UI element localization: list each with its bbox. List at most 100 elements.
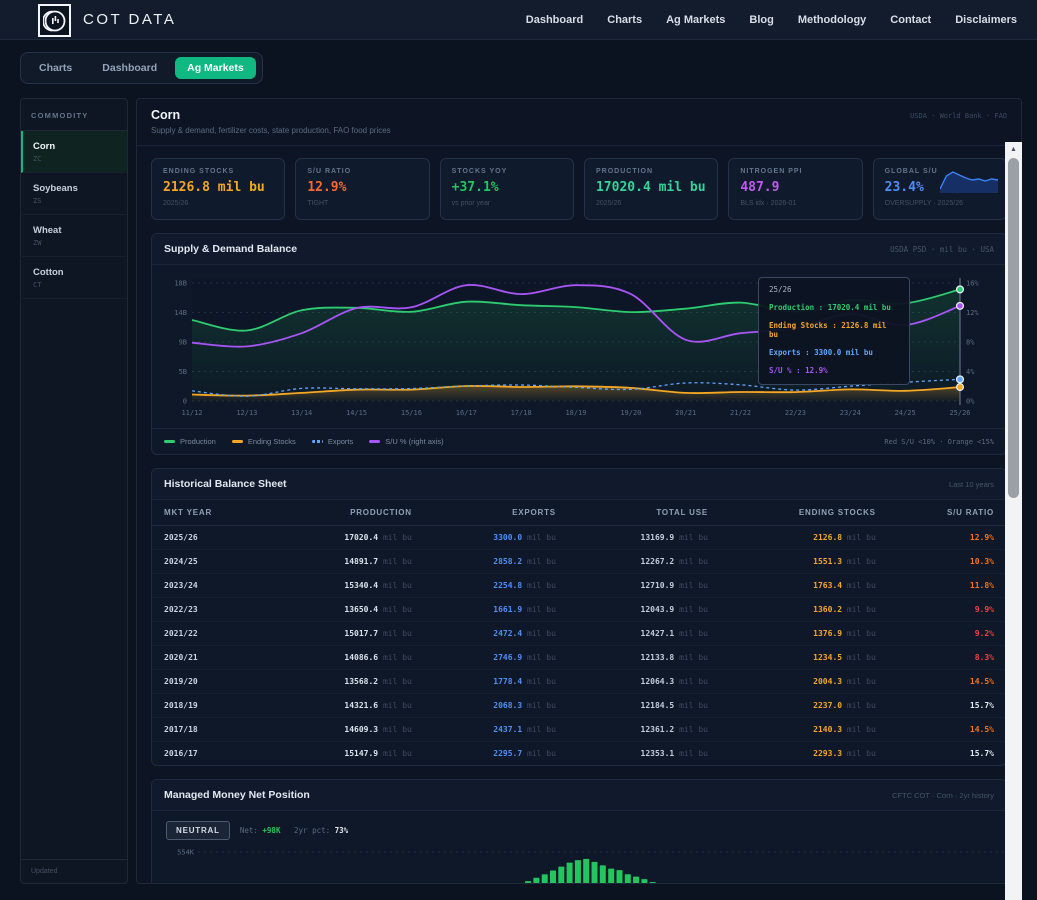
tooltip-row: Ending Stocks : 2126.8 mil bu bbox=[769, 321, 899, 339]
legend-item-ending-stocks: Ending Stocks bbox=[232, 437, 296, 446]
sidebar-item-wheat[interactable]: WheatZW bbox=[21, 215, 127, 257]
cell-su-ratio: 10.3% bbox=[888, 550, 1006, 574]
cell-total-use: 12427.1 mil bu bbox=[568, 622, 720, 646]
page-header: Corn Supply & demand, fertilizer costs, … bbox=[137, 99, 1021, 146]
cell-exports: 2437.1 mil bu bbox=[424, 718, 568, 742]
tab-dashboard[interactable]: Dashboard bbox=[90, 57, 169, 79]
table-note: Last 10 years bbox=[949, 480, 994, 489]
kpi-value: 2126.8 mil bu bbox=[163, 180, 273, 195]
cell-ending-stocks: 2237.0 mil bu bbox=[720, 694, 888, 718]
svg-text:4%: 4% bbox=[966, 368, 975, 376]
cell-ending-stocks: 2140.3 mil bu bbox=[720, 718, 888, 742]
topnav-link-charts[interactable]: Charts bbox=[607, 14, 642, 26]
table-row[interactable]: 2025/2617020.4 mil bu3300.0 mil bu13169.… bbox=[152, 526, 1006, 550]
topnav-link-contact[interactable]: Contact bbox=[890, 14, 931, 26]
kpi-label: NITROGEN PPI bbox=[740, 168, 850, 175]
sidebar-footer-updated: Updated bbox=[21, 859, 127, 883]
cell-exports: 2746.9 mil bu bbox=[424, 646, 568, 670]
top-bar: COT DATA DashboardChartsAg MarketsBlogMe… bbox=[0, 0, 1037, 40]
cell-production: 14321.6 mil bu bbox=[272, 694, 424, 718]
sidebar-item-soybeans[interactable]: SoybeansZS bbox=[21, 173, 127, 215]
mm-status-badge: NEUTRAL bbox=[166, 821, 230, 840]
table-row[interactable]: 2022/2313650.4 mil bu1661.9 mil bu12043.… bbox=[152, 598, 1006, 622]
scrollbar-up-arrow[interactable]: ▲ bbox=[1005, 142, 1022, 156]
svg-text:18B: 18B bbox=[174, 280, 187, 288]
kpi-value: +37.1% bbox=[452, 180, 562, 195]
sidebar-item-cotton[interactable]: Cotton CT bbox=[21, 257, 127, 299]
cell-exports: 1661.9 mil bu bbox=[424, 598, 568, 622]
cell-mkt-year: 2020/21 bbox=[152, 646, 272, 670]
sidebar-item-corn[interactable]: CornZC bbox=[21, 131, 127, 173]
cell-exports: 3300.0 mil bu bbox=[424, 526, 568, 550]
svg-text:15/16: 15/16 bbox=[401, 409, 422, 417]
cell-mkt-year: 2017/18 bbox=[152, 718, 272, 742]
cell-production: 15147.9 mil bu bbox=[272, 742, 424, 766]
kpi-subtext: BLS idx · 2026-01 bbox=[740, 200, 850, 207]
vertical-scrollbar[interactable]: ▲ bbox=[1005, 142, 1022, 900]
table-row[interactable]: 2016/1715147.9 mil bu2295.7 mil bu12353.… bbox=[152, 742, 1006, 766]
brand-logo-icon bbox=[38, 4, 71, 37]
kpi-label: PRODUCTION bbox=[596, 168, 706, 175]
table-row[interactable]: 2019/2013568.2 mil bu1778.4 mil bu12064.… bbox=[152, 670, 1006, 694]
topnav-link-methodology[interactable]: Methodology bbox=[798, 14, 866, 26]
kpi-subtext: 2025/26 bbox=[596, 200, 706, 207]
svg-text:5B: 5B bbox=[179, 368, 187, 376]
svg-text:554K: 554K bbox=[177, 849, 195, 857]
mm-chart-area[interactable]: 554K175K-75K bbox=[152, 844, 1006, 884]
balance-sheet-card: Historical Balance Sheet Last 10 years M… bbox=[151, 468, 1007, 766]
sd-chart-tooltip: 25/26 Production : 17020.4 mil buEnding … bbox=[758, 277, 910, 385]
svg-text:20/21: 20/21 bbox=[675, 409, 696, 417]
cell-production: 14609.3 mil bu bbox=[272, 718, 424, 742]
kpi-value: 17020.4 mil bu bbox=[596, 180, 706, 195]
topnav-link-disclaimers[interactable]: Disclaimers bbox=[955, 14, 1017, 26]
cell-mkt-year: 2016/17 bbox=[152, 742, 272, 766]
cell-ending-stocks: 2126.8 mil bu bbox=[720, 526, 888, 550]
svg-text:23/24: 23/24 bbox=[840, 409, 861, 417]
sidebar-header: COMMODITY bbox=[21, 99, 127, 131]
sd-chart-area[interactable]: 18B16%14B12%9B8%5B4%00%11/1212/1313/1414… bbox=[152, 265, 1006, 428]
tooltip-row: Production : 17020.4 mil bu bbox=[769, 303, 899, 312]
commodity-name: Soybeans bbox=[33, 183, 117, 194]
sd-chart-source: USDA PSD · mil bu · USA bbox=[890, 245, 994, 254]
cell-exports: 2472.4 mil bu bbox=[424, 622, 568, 646]
tab-ag-markets[interactable]: Ag Markets bbox=[175, 57, 256, 79]
mm-net-position: Net: +98K 2yr pct: 73% bbox=[240, 826, 348, 835]
kpi-row: ENDING STOCKS2126.8 mil bu2025/26S/U RAT… bbox=[151, 158, 1007, 220]
kpi-subtext: OVERSUPPLY · 2025/26 bbox=[885, 200, 995, 207]
cell-ending-stocks: 1234.5 mil bu bbox=[720, 646, 888, 670]
global-su-sparkline bbox=[940, 167, 998, 193]
kpi-card-stocks-yoy: STOCKS YOY+37.1%vs prior year bbox=[440, 158, 574, 220]
column-header-production: PRODUCTION bbox=[272, 500, 424, 526]
svg-text:9B: 9B bbox=[179, 339, 187, 347]
kpi-subtext: TIGHT bbox=[307, 200, 417, 207]
scrollbar-thumb[interactable] bbox=[1008, 158, 1019, 498]
cell-exports: 1778.4 mil bu bbox=[424, 670, 568, 694]
cell-su-ratio: 14.5% bbox=[888, 718, 1006, 742]
tab-charts[interactable]: Charts bbox=[27, 57, 84, 79]
topnav-link-ag-markets[interactable]: Ag Markets bbox=[666, 14, 725, 26]
cell-su-ratio: 9.9% bbox=[888, 598, 1006, 622]
cell-su-ratio: 12.9% bbox=[888, 526, 1006, 550]
cell-exports: 2254.8 mil bu bbox=[424, 574, 568, 598]
cell-mkt-year: 2018/19 bbox=[152, 694, 272, 718]
cell-su-ratio: 15.7% bbox=[888, 742, 1006, 766]
cell-production: 15340.4 mil bu bbox=[272, 574, 424, 598]
commodity-code: CT bbox=[33, 281, 117, 289]
commodity-name: Cotton bbox=[33, 267, 117, 278]
table-row[interactable]: 2024/2514891.7 mil bu2858.2 mil bu12267.… bbox=[152, 550, 1006, 574]
cell-production: 15017.7 mil bu bbox=[272, 622, 424, 646]
topnav-link-dashboard[interactable]: Dashboard bbox=[526, 14, 583, 26]
table-row[interactable]: 2020/2114086.6 mil bu2746.9 mil bu12133.… bbox=[152, 646, 1006, 670]
table-row[interactable]: 2018/1914321.6 mil bu2068.3 mil bu12184.… bbox=[152, 694, 1006, 718]
cell-total-use: 12361.2 mil bu bbox=[568, 718, 720, 742]
table-row[interactable]: 2017/1814609.3 mil bu2437.1 mil bu12361.… bbox=[152, 718, 1006, 742]
table-row[interactable]: 2021/2215017.7 mil bu2472.4 mil bu12427.… bbox=[152, 622, 1006, 646]
svg-text:16/17: 16/17 bbox=[456, 409, 477, 417]
svg-text:24/25: 24/25 bbox=[895, 409, 916, 417]
topnav-link-blog[interactable]: Blog bbox=[749, 14, 773, 26]
svg-text:14B: 14B bbox=[174, 309, 187, 317]
mm-status-row: NEUTRAL Net: +98K 2yr pct: 73% bbox=[152, 811, 1006, 844]
cell-total-use: 12710.9 mil bu bbox=[568, 574, 720, 598]
table-row[interactable]: 2023/2415340.4 mil bu2254.8 mil bu12710.… bbox=[152, 574, 1006, 598]
svg-text:14/15: 14/15 bbox=[346, 409, 367, 417]
